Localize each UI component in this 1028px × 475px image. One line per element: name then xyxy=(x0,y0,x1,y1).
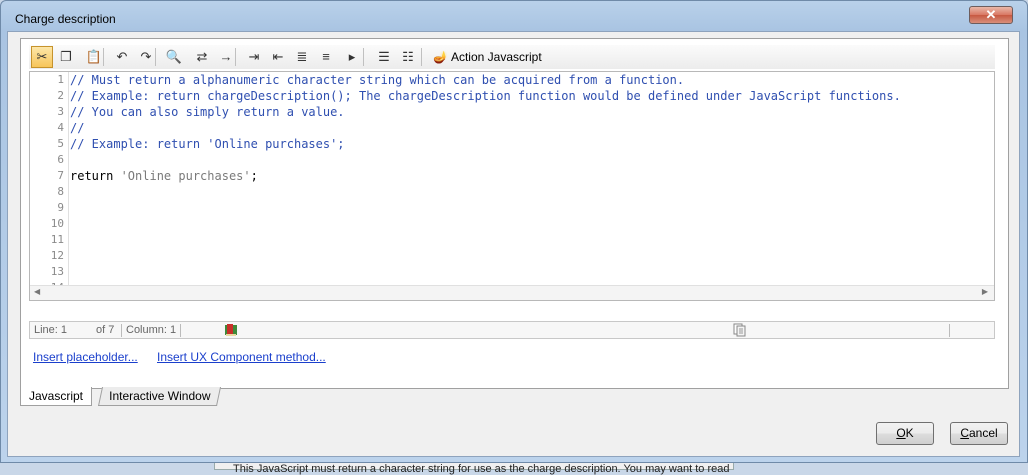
code-line: // You can also simply return a value. xyxy=(70,105,345,119)
line-number: 7 xyxy=(57,169,64,182)
bookmark-icon[interactable]: ▸ xyxy=(341,46,363,68)
outdent-icon[interactable]: ⇤ xyxy=(267,46,289,68)
line-number: 3 xyxy=(57,105,64,118)
editor-toolbar: 🪔 Action Javascript ✂ ❐ 📋 ↶ ↷ 🔍 ⇄ → ⇥ ⇤ ≣ ≡ ▸ ☰ ☷ xyxy=(29,45,995,69)
format-icon[interactable]: ≡ xyxy=(315,46,337,68)
line-number: 2 xyxy=(57,89,64,102)
toolbar-separator xyxy=(363,48,364,66)
code-punctuation: ; xyxy=(250,169,258,183)
scroll-left-icon[interactable]: ◀ xyxy=(34,287,40,296)
background-help-text: This JavaScript must return a character … xyxy=(233,463,730,475)
line-number: 4 xyxy=(57,121,64,134)
line-number: 9 xyxy=(57,201,64,214)
uncomment-icon[interactable]: ☷ xyxy=(397,46,419,68)
redo-icon[interactable]: ↷ xyxy=(135,46,157,68)
editor-panel: 🪔 Action Javascript ✂ ❐ 📋 ↶ ↷ 🔍 ⇄ → ⇥ ⇤ ≣ ≡ ▸ ☰ ☷ 12345… xyxy=(20,38,1009,389)
goto-icon[interactable]: → xyxy=(215,46,237,68)
code-editor[interactable]: 123456789101112131415 ◀ ▶ // Must return… xyxy=(29,71,995,301)
scroll-right-icon[interactable]: ▶ xyxy=(982,287,988,296)
line-number: 12 xyxy=(50,249,64,262)
title-bar: Charge description ✕ xyxy=(1,1,1027,35)
window-title: Charge description xyxy=(15,12,116,26)
charge-description-dialog: Charge description ✕ 🪔 Action Javascript … xyxy=(0,0,1028,463)
find-icon[interactable]: 🔍 xyxy=(163,46,185,68)
toolbar-separator xyxy=(235,48,236,66)
document-icon[interactable] xyxy=(733,323,747,337)
cancel-label: ancel xyxy=(968,426,998,440)
tab-javascript-label: Javascript xyxy=(29,389,84,403)
replace-icon[interactable]: ⇄ xyxy=(191,46,213,68)
tab-interactive-window[interactable]: Interactive Window xyxy=(97,387,222,406)
book-icon[interactable] xyxy=(224,323,238,337)
status-separator xyxy=(180,324,181,337)
tab-javascript[interactable]: Javascript xyxy=(20,387,93,406)
copy-icon[interactable]: ❐ xyxy=(55,46,77,68)
toolbar-separator xyxy=(421,48,422,66)
line-number: 11 xyxy=(50,233,64,246)
editor-status-bar: Line: 1 of 7 Column: 1 xyxy=(29,321,995,339)
ok-button[interactable]: OK xyxy=(876,422,934,445)
status-separator xyxy=(121,324,122,337)
line-number: 6 xyxy=(57,153,64,166)
cut-icon[interactable]: ✂ xyxy=(31,46,53,68)
code-string: 'Online purchases' xyxy=(120,169,251,183)
line-number: 5 xyxy=(57,137,64,150)
gutter-divider xyxy=(68,72,69,300)
code-line: // xyxy=(70,121,85,135)
line-number-gutter: 123456789101112131415 xyxy=(30,72,68,300)
status-column: Column: 1 xyxy=(126,324,177,336)
line-number: 8 xyxy=(57,185,64,198)
status-separator xyxy=(949,324,950,337)
ok-label: K xyxy=(905,426,914,440)
line-number: 13 xyxy=(50,265,64,278)
close-button[interactable]: ✕ xyxy=(969,6,1013,24)
indent-icon[interactable]: ⇥ xyxy=(243,46,265,68)
status-line-count: of 7 xyxy=(96,324,115,336)
code-line: // Example: return chargeDescription(); … xyxy=(70,89,901,103)
code-line: return 'Online purchases'; xyxy=(70,169,258,183)
align-icon[interactable]: ≣ xyxy=(291,46,313,68)
ok-mnemonic: O xyxy=(896,426,906,440)
line-number: 10 xyxy=(50,217,64,230)
insert-ux-component-method-link[interactable]: Insert UX Component method... xyxy=(157,350,326,364)
close-icon: ✕ xyxy=(985,7,997,22)
tab-interactive-window-label: Interactive Window xyxy=(109,389,211,403)
cancel-button[interactable]: Cancel xyxy=(950,422,1008,445)
status-line: Line: 1 xyxy=(34,324,68,336)
line-number: 1 xyxy=(57,73,64,86)
dialog-client-area: 🪔 Action Javascript ✂ ❐ 📋 ↶ ↷ 🔍 ⇄ → ⇥ ⇤ ≣ ≡ ▸ ☰ ☷ 12345… xyxy=(7,31,1020,457)
toolbar-separator xyxy=(103,48,104,66)
lamp-icon: 🪔 xyxy=(433,50,448,64)
code-line: // Must return a alphanumeric character … xyxy=(70,73,685,87)
undo-icon[interactable]: ↶ xyxy=(111,46,133,68)
action-javascript-button[interactable]: 🪔 Action Javascript xyxy=(433,46,542,68)
comment-icon[interactable]: ☰ xyxy=(373,46,395,68)
insert-placeholder-link[interactable]: Insert placeholder... xyxy=(33,350,138,364)
horizontal-scrollbar[interactable]: ◀ ▶ xyxy=(30,285,994,300)
code-keyword: return xyxy=(70,169,121,183)
cancel-mnemonic: C xyxy=(960,426,969,440)
action-javascript-label: Action Javascript xyxy=(450,50,542,64)
paste-icon[interactable]: 📋 xyxy=(83,46,105,68)
toolbar-separator xyxy=(155,48,156,66)
code-line: // Example: return 'Online purchases'; xyxy=(70,137,345,151)
